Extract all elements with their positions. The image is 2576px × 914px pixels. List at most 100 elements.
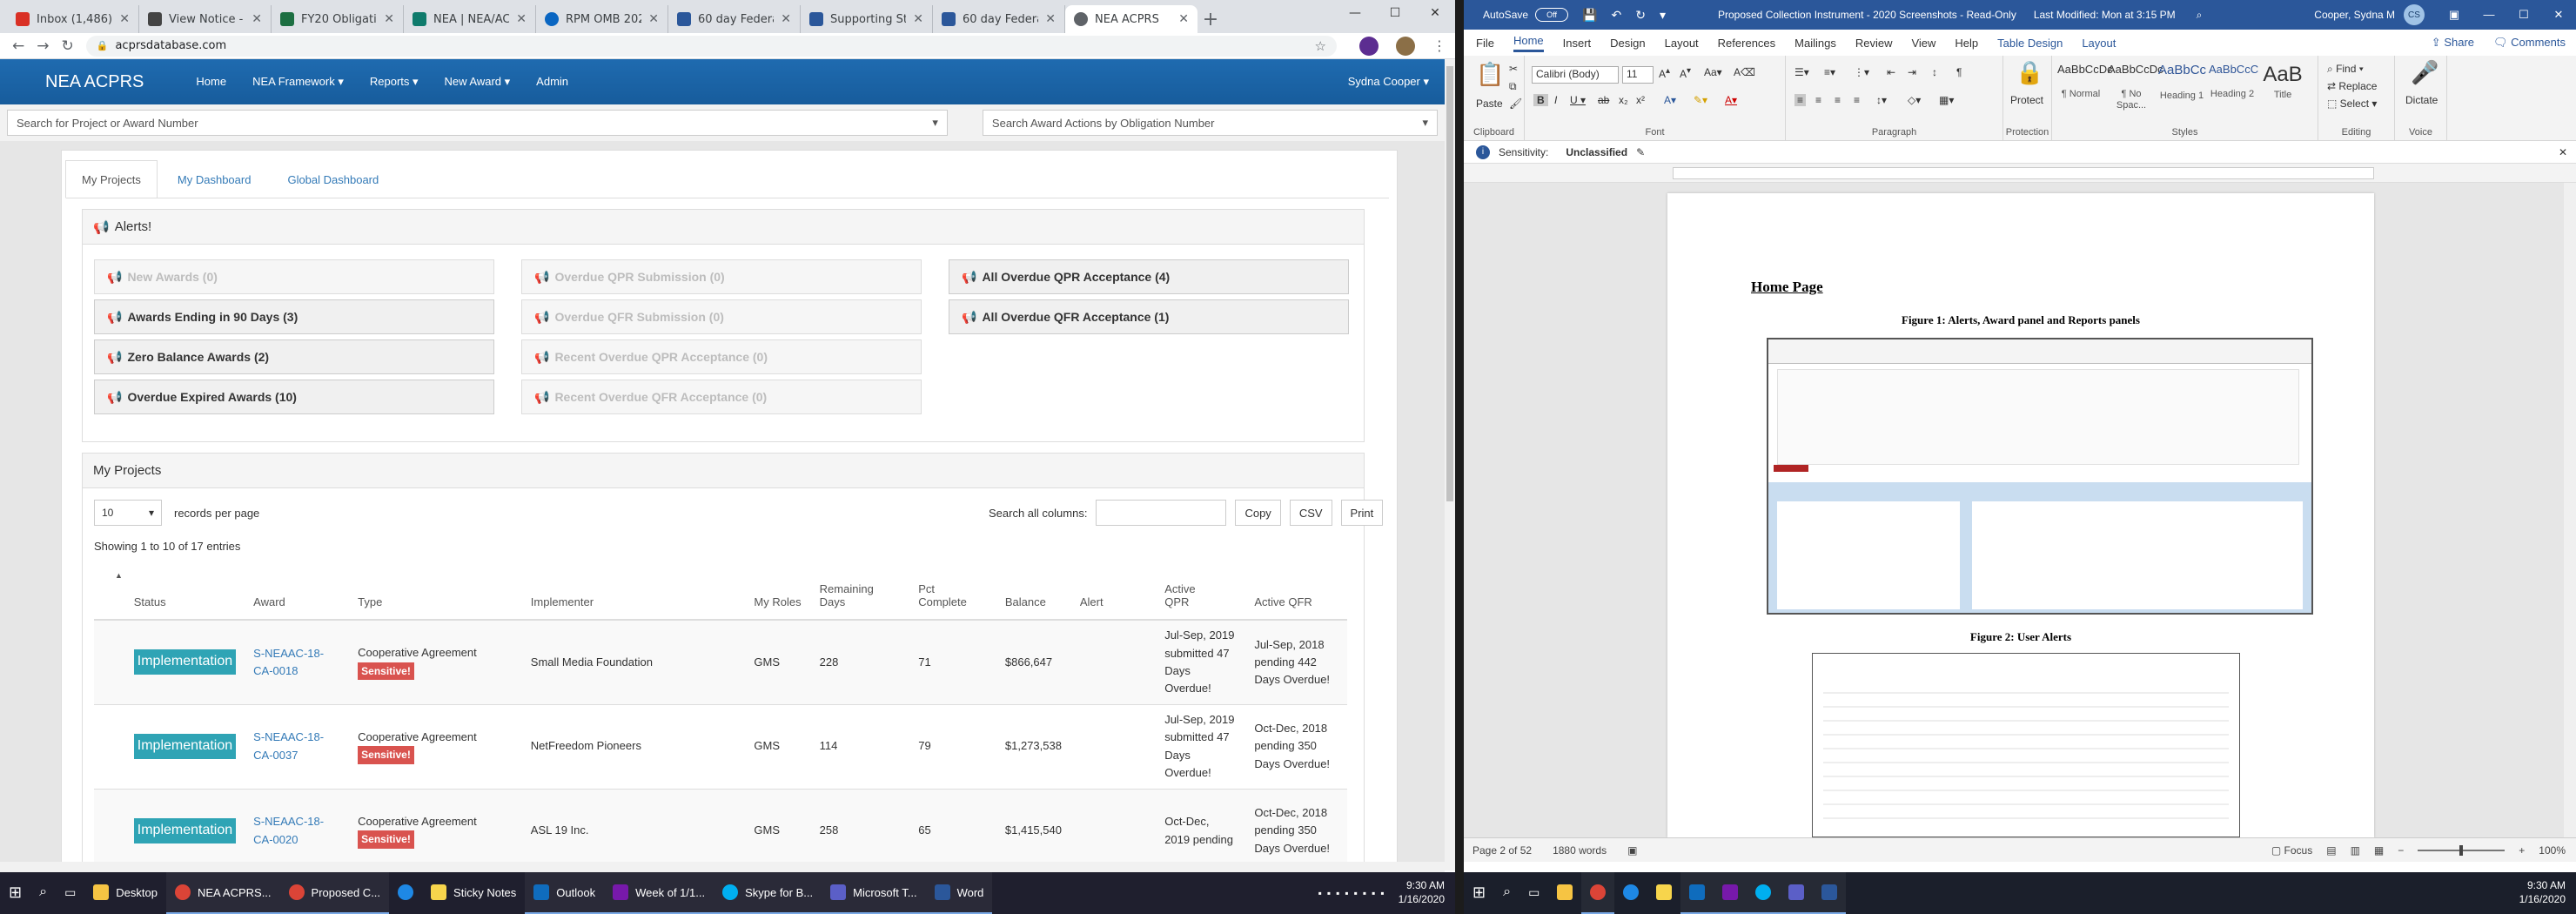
back-icon[interactable]: ←: [12, 37, 24, 55]
tray-icons[interactable]: ▪▪▪▪▪▪▪▪: [1318, 887, 1390, 899]
protect-label[interactable]: Protect: [2010, 94, 2043, 106]
avatar[interactable]: [1396, 36, 1415, 56]
italic-icon[interactable]: I: [1554, 94, 1557, 106]
col-active-qpr[interactable]: Active QPR: [1156, 566, 1246, 621]
menu-admin[interactable]: Admin: [536, 75, 568, 89]
tab-view[interactable]: View: [1911, 37, 1935, 50]
highlight-icon[interactable]: ✎▾: [1694, 94, 1707, 106]
windows-start-icon[interactable]: ⊞: [0, 872, 30, 914]
browser-tab[interactable]: FY20 Obligation T ✕: [272, 5, 404, 33]
dictate-label[interactable]: Dictate: [2405, 94, 2438, 106]
tab-design[interactable]: Design: [1610, 37, 1645, 50]
menu-new-award[interactable]: New Award ▾: [445, 75, 511, 89]
close-icon[interactable]: ✕: [781, 12, 791, 26]
clock[interactable]: 9:30 AM 1/16/2020: [1399, 879, 1445, 906]
text-effects-icon[interactable]: A▾: [1664, 94, 1676, 106]
proofing-icon[interactable]: ▣: [1627, 844, 1637, 857]
tab-my-dashboard[interactable]: My Dashboard: [160, 160, 268, 198]
browser-tab[interactable]: Supporting Stater ✕: [801, 5, 933, 33]
style-normal[interactable]: AaBbCcDc ¶ Normal: [2057, 63, 2113, 110]
format-painter-icon[interactable]: 🖌: [1509, 97, 1522, 110]
close-icon[interactable]: ✕: [648, 12, 659, 26]
close-icon[interactable]: ✕: [516, 12, 527, 26]
taskbar-item-chrome-proposed[interactable]: Proposed C...: [279, 872, 390, 914]
document-page[interactable]: Home Page Figure 1: Alerts, Award panel …: [1667, 193, 2374, 837]
browser-tab[interactable]: Inbox (1,486) - cd ✕: [7, 5, 139, 33]
sticky-notes-icon[interactable]: [1647, 872, 1680, 914]
bullets-icon[interactable]: ☰▾: [1794, 66, 1809, 78]
col-balance[interactable]: Balance: [996, 566, 1071, 621]
new-tab-button[interactable]: +: [1197, 5, 1224, 33]
taskbar-item-edge[interactable]: [389, 872, 422, 914]
shrink-font-icon[interactable]: A▾: [1680, 66, 1691, 80]
taskbar-item-onenote[interactable]: Week of 1/1...: [604, 872, 714, 914]
increase-indent-icon[interactable]: ⇥: [1908, 66, 1916, 78]
justify-icon[interactable]: ≡: [1854, 94, 1860, 106]
grow-font-icon[interactable]: A▴: [1659, 66, 1670, 80]
font-color-icon[interactable]: A▾: [1725, 94, 1737, 106]
taskbar-item-word[interactable]: Word: [925, 872, 993, 914]
line-spacing-icon[interactable]: ↕▾: [1876, 94, 1887, 106]
task-view-icon[interactable]: ▭: [1519, 872, 1548, 914]
tab-layout[interactable]: Layout: [1665, 37, 1699, 50]
chrome-icon[interactable]: [1581, 872, 1615, 914]
decrease-indent-icon[interactable]: ⇤: [1887, 66, 1895, 78]
teams-icon[interactable]: [1780, 872, 1814, 914]
col-award[interactable]: Award: [245, 566, 350, 621]
change-case-icon[interactable]: Aa▾: [1704, 66, 1722, 78]
taskbar-item-desktop[interactable]: Desktop: [84, 872, 166, 914]
ribbon-display-icon[interactable]: ▣: [2437, 8, 2472, 22]
alert-overdue-expired[interactable]: 📢 Overdue Expired Awards (10): [94, 380, 494, 414]
award-link[interactable]: S-NEAAC-18-CA-0020: [253, 813, 340, 848]
tab-table-design[interactable]: Table Design: [1997, 37, 2063, 50]
maximize-button[interactable]: ☐: [1375, 0, 1415, 26]
page-count[interactable]: Page 2 of 52: [1472, 844, 1532, 857]
tab-review[interactable]: Review: [1855, 37, 1893, 50]
csv-button[interactable]: CSV: [1289, 500, 1332, 526]
close-window-button[interactable]: ✕: [1415, 0, 1455, 26]
table-row[interactable]: Implementation S-NEAAC-18-CA-0018 Cooper…: [94, 620, 1347, 705]
browser-menu-icon[interactable]: ⋮: [1432, 37, 1446, 54]
search-icon[interactable]: ⌕: [1494, 872, 1519, 914]
paste-label[interactable]: Paste: [1476, 97, 1503, 110]
sort-icon[interactable]: ↕: [1932, 66, 1937, 78]
font-name-select[interactable]: Calibri (Body): [1532, 66, 1619, 84]
save-icon[interactable]: 💾: [1582, 8, 1597, 23]
menu-home[interactable]: Home: [196, 75, 226, 89]
superscript-icon[interactable]: x²: [1636, 94, 1645, 106]
print-button[interactable]: Print: [1340, 500, 1384, 526]
style-no-spacing[interactable]: AaBbCcDc ¶ No Spac...: [2108, 63, 2163, 111]
alert-awards-ending[interactable]: 📢 Awards Ending in 90 Days (3): [94, 299, 494, 334]
task-view-icon[interactable]: ▭: [56, 872, 84, 914]
copy-button[interactable]: Copy: [1235, 500, 1281, 526]
skype-icon[interactable]: [1747, 872, 1781, 914]
sort-column[interactable]: ▲: [94, 566, 125, 621]
extension-icon[interactable]: [1359, 36, 1379, 56]
search-icon[interactable]: ⌕: [30, 872, 56, 914]
user-menu[interactable]: Sydna Cooper ▾: [1348, 75, 1429, 89]
tab-global-dashboard[interactable]: Global Dashboard: [271, 160, 396, 198]
award-link[interactable]: S-NEAAC-18-CA-0037: [253, 729, 340, 763]
tab-table-layout[interactable]: Layout: [2082, 37, 2116, 50]
align-right-icon[interactable]: ≡: [1835, 94, 1841, 106]
col-implementer[interactable]: Implementer: [521, 566, 746, 621]
col-active-qfr[interactable]: Active QFR: [1245, 566, 1347, 621]
word-count[interactable]: 1880 words: [1553, 844, 1607, 857]
browser-tab[interactable]: 60 day Federal R ✕: [668, 5, 801, 33]
cut-icon[interactable]: ✂: [1509, 63, 1518, 75]
col-status[interactable]: Status: [124, 566, 245, 621]
focus-button[interactable]: ▢ Focus: [2271, 844, 2312, 857]
sensitivity-value[interactable]: Unclassified: [1566, 146, 1627, 158]
minimize-button[interactable]: —: [2472, 8, 2506, 22]
close-icon[interactable]: ✕: [2559, 146, 2567, 158]
strikethrough-icon[interactable]: ab: [1598, 94, 1609, 106]
table-row[interactable]: Implementation S-NEAAC-18-CA-0020 Cooper…: [94, 789, 1347, 874]
url-input[interactable]: 🔒 acprsdatabase.com ☆: [85, 35, 1337, 57]
multilevel-list-icon[interactable]: ⋮▾: [1854, 66, 1869, 78]
bookmark-star-icon[interactable]: ☆: [1315, 38, 1326, 54]
zoom-level[interactable]: 100%: [2539, 844, 2566, 857]
minimize-button[interactable]: —: [1335, 0, 1375, 26]
word-icon[interactable]: [1813, 872, 1847, 914]
close-icon[interactable]: ✕: [1178, 12, 1189, 26]
ruler-scale[interactable]: [1673, 167, 2374, 179]
